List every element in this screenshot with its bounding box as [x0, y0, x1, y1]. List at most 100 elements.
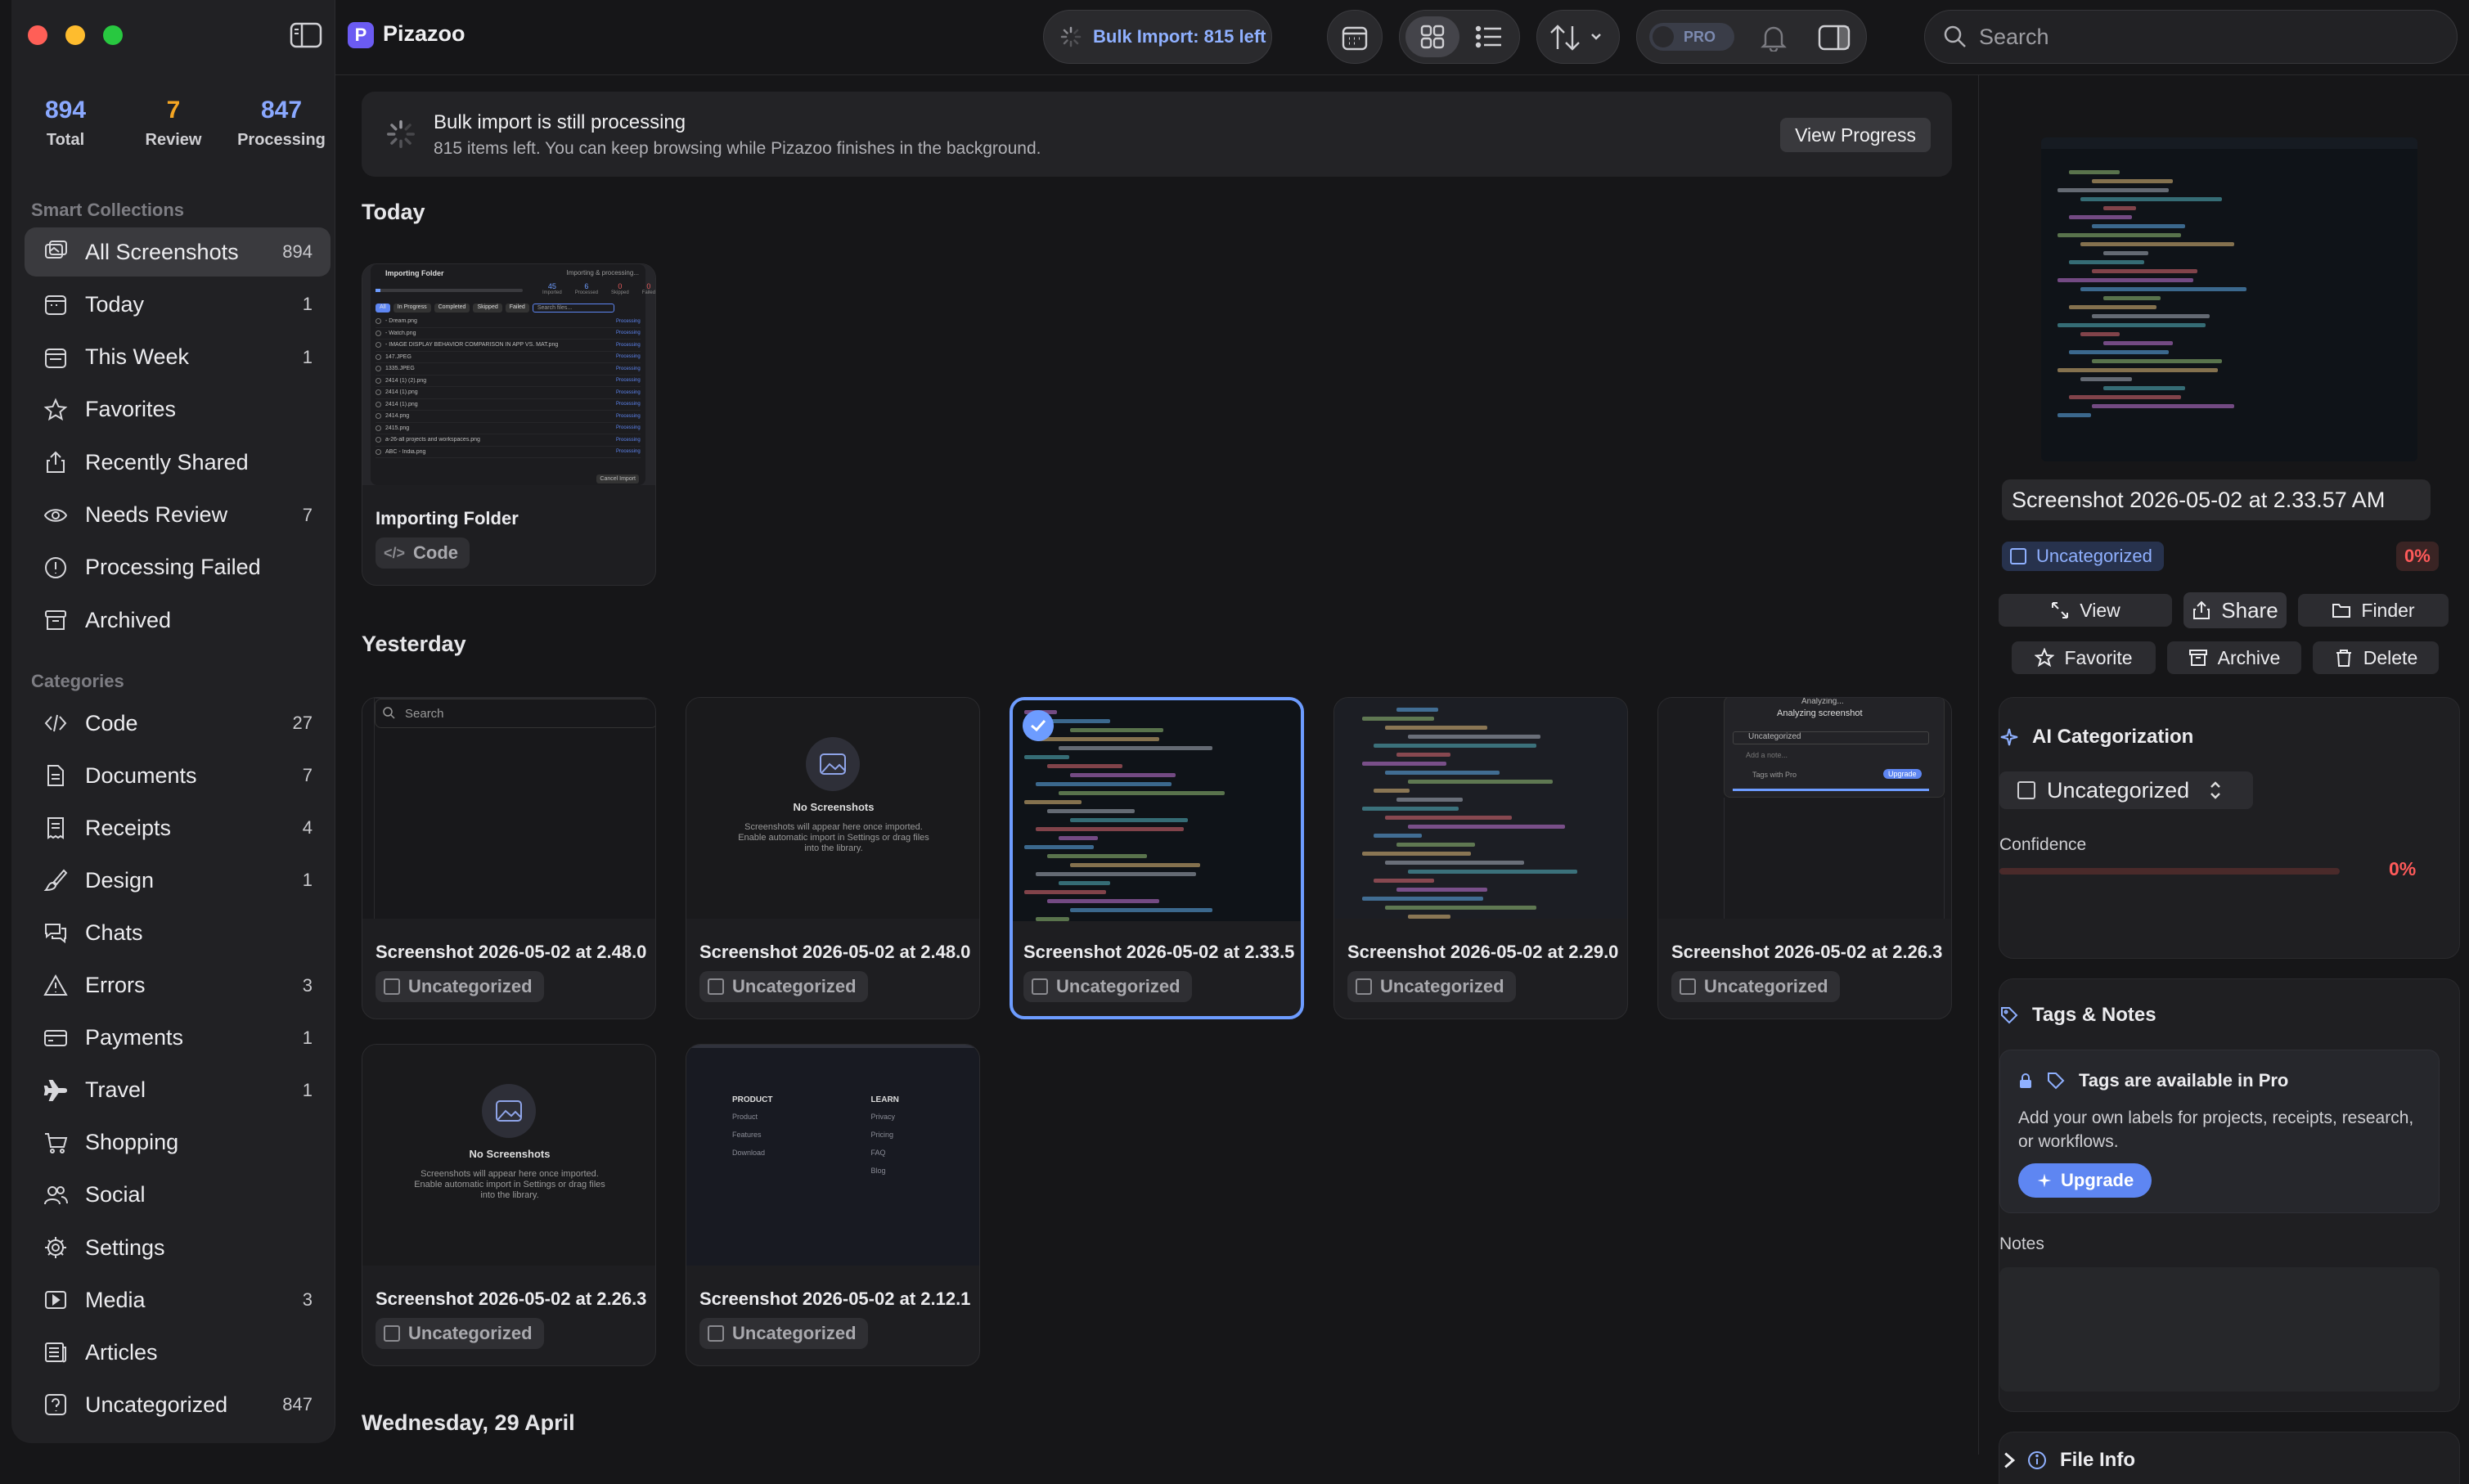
- thumb-text: No Screenshots: [469, 1148, 551, 1160]
- thumb-text: Imported: [542, 290, 562, 295]
- sidebar-item-favorites[interactable]: Favorites: [25, 385, 331, 434]
- sidebar-item-documents[interactable]: Documents 7: [25, 751, 331, 800]
- finder-label: Finder: [2361, 599, 2415, 621]
- sidebar-item-design[interactable]: Design 1: [25, 856, 331, 905]
- zoom-window-button[interactable]: [103, 25, 123, 45]
- thumbnail: Importing Folder Importing & processing.…: [362, 264, 655, 485]
- thumb-text: Blog: [870, 1167, 886, 1175]
- bell-icon[interactable]: [1757, 21, 1790, 54]
- thumb-text: ABC - India.png: [385, 448, 426, 455]
- sidebar-item-errors[interactable]: Errors 3: [25, 961, 331, 1010]
- sidebar-item-uncategorized[interactable]: Uncategorized 847: [25, 1380, 331, 1429]
- screenshot-card[interactable]: No Screenshots Screenshots will appear h…: [686, 697, 980, 1019]
- sidebar-item-label: Favorites: [85, 397, 177, 422]
- category-tag[interactable]: Uncategorized: [376, 1318, 544, 1349]
- thumb-text: Analyzing screenshot: [1777, 708, 1863, 718]
- category-tag[interactable]: Uncategorized: [376, 971, 544, 1002]
- sidebar-item-today[interactable]: Today 1: [25, 280, 331, 329]
- sidebar-item-shopping[interactable]: Shopping: [25, 1118, 331, 1167]
- stat-review[interactable]: 7 Review: [119, 97, 227, 150]
- bulk-import-button[interactable]: Bulk Import: 815 left: [1043, 10, 1272, 64]
- checkmark-icon[interactable]: [1023, 710, 1054, 741]
- pro-badge: PRO: [1684, 28, 1716, 45]
- sidebar-item-chats[interactable]: Chats: [25, 908, 331, 957]
- sidebar-item-code[interactable]: Code 27: [25, 699, 331, 748]
- list-view-button[interactable]: [1473, 20, 1505, 53]
- category-select[interactable]: Uncategorized: [1999, 771, 2253, 809]
- screenshot-card-selected[interactable]: Screenshot 2026-05-02 at 2.33.5 Uncatego…: [1010, 697, 1304, 1019]
- upgrade-button[interactable]: Upgrade: [2018, 1163, 2152, 1198]
- screenshot-title[interactable]: Screenshot 2026-05-02 at 2.33.57 AM: [2002, 479, 2431, 520]
- sidebar-item-social[interactable]: Social: [25, 1171, 331, 1220]
- sidebar-toggle-icon[interactable]: [290, 21, 322, 49]
- sidebar-item-processing-failed[interactable]: Processing Failed: [25, 543, 331, 592]
- sidebar-item-settings[interactable]: Settings: [25, 1223, 331, 1272]
- thumbnail: Analyzing... Analyzing screenshot Uncate…: [1658, 698, 1951, 919]
- search-input[interactable]: [1979, 24, 2437, 50]
- search-field[interactable]: [1924, 10, 2458, 64]
- thumbnail: [1013, 700, 1301, 921]
- file-info-section[interactable]: File Info: [1999, 1432, 2460, 1484]
- finder-button[interactable]: Finder: [2298, 594, 2449, 627]
- screenshot-card[interactable]: Importing Folder Importing & processing.…: [362, 263, 656, 586]
- calendar-icon: [43, 291, 69, 317]
- bulk-import-label: Bulk Import: 815 left: [1093, 26, 1266, 47]
- category-badge[interactable]: Uncategorized: [2002, 542, 2164, 571]
- chevron-updown-icon: [2210, 781, 2220, 799]
- sidebar-item-articles[interactable]: Articles: [25, 1328, 331, 1377]
- minimize-window-button[interactable]: [65, 25, 85, 45]
- pro-toggle[interactable]: PRO: [1649, 23, 1734, 51]
- delete-button[interactable]: Delete: [2313, 641, 2439, 674]
- sidebar-item-count: 1: [302, 294, 313, 315]
- screenshot-card[interactable]: Screenshot 2026-05-02 at 2.29.0 Uncatego…: [1333, 697, 1628, 1019]
- ai-heading: AI Categorization: [1999, 726, 2193, 749]
- toggle-knob: [1653, 26, 1674, 47]
- close-window-button[interactable]: [28, 25, 47, 45]
- screenshot-card[interactable]: Analyzing... Analyzing screenshot Uncate…: [1657, 697, 1952, 1019]
- sidebar-item-label: Processing Failed: [85, 555, 261, 580]
- sidebar-item-travel[interactable]: Travel 1: [25, 1066, 331, 1115]
- sidebar-item-all-screenshots[interactable]: All Screenshots 894: [25, 227, 331, 277]
- notes-textarea[interactable]: [1999, 1267, 2440, 1392]
- inspector-panel: Screenshot 2026-05-02 at 2.33.57 AM Unca…: [1978, 75, 2469, 1484]
- card-title: Screenshot 2026-05-02 at 2.33.5: [1023, 942, 1295, 962]
- share-button[interactable]: Share: [2183, 592, 2287, 628]
- favorite-button[interactable]: Favorite: [2012, 641, 2156, 674]
- favorite-label: Favorite: [2064, 646, 2133, 668]
- view-progress-button[interactable]: View Progress: [1780, 118, 1931, 152]
- category-tag[interactable]: Uncategorized: [699, 971, 868, 1002]
- thumbnail: No Screenshots Screenshots will appear h…: [362, 1045, 655, 1266]
- archive-button[interactable]: Archive: [2167, 641, 2301, 674]
- inspector-toggle-icon[interactable]: [1816, 21, 1852, 54]
- star-icon: [43, 397, 69, 423]
- sidebar-item-payments[interactable]: Payments 1: [25, 1014, 331, 1063]
- gear-icon: [43, 1234, 69, 1261]
- sidebar-item-receipts[interactable]: Receipts 4: [25, 803, 331, 852]
- category-tag[interactable]: Uncategorized: [1671, 971, 1840, 1002]
- card-icon: [43, 1025, 69, 1051]
- sidebar-item-needs-review[interactable]: Needs Review 7: [25, 491, 331, 540]
- stat-total[interactable]: 894 Total: [11, 97, 119, 150]
- screenshot-card[interactable]: No Screenshots Screenshots will appear h…: [362, 1044, 656, 1366]
- thumb-text: LEARN: [870, 1095, 899, 1104]
- spinner-icon: [387, 120, 415, 148]
- thumb-text: Search: [375, 699, 655, 728]
- screenshot-preview[interactable]: [2041, 137, 2417, 461]
- share-label: Share: [2221, 597, 2278, 623]
- sidebar-item-this-week[interactable]: This Week 1: [25, 333, 331, 382]
- sidebar-item-recently-shared[interactable]: Recently Shared: [25, 438, 331, 487]
- screenshot-card[interactable]: PRODUCT Product Features Download LEARN Priva…: [686, 1044, 980, 1366]
- stat-label: Total: [46, 131, 85, 149]
- category-tag[interactable]: Uncategorized: [1347, 971, 1516, 1002]
- view-button[interactable]: View: [1999, 594, 2172, 627]
- sidebar-item-media[interactable]: Media 3: [25, 1275, 331, 1324]
- stat-value: 7: [166, 97, 181, 124]
- screenshot-card[interactable]: Search Screenshot 2026-05-02 at 2.48.0 U…: [362, 697, 656, 1019]
- category-tag[interactable]: Uncategorized: [699, 1318, 868, 1349]
- category-tag[interactable]: Uncategorized: [1023, 971, 1192, 1002]
- trash-icon: [2336, 650, 2351, 667]
- thumb-text: Skipped: [611, 290, 629, 295]
- stat-processing[interactable]: 847 Processing: [227, 97, 335, 150]
- sidebar-item-archived[interactable]: Archived: [25, 596, 331, 645]
- category-tag[interactable]: </> Code: [376, 537, 470, 569]
